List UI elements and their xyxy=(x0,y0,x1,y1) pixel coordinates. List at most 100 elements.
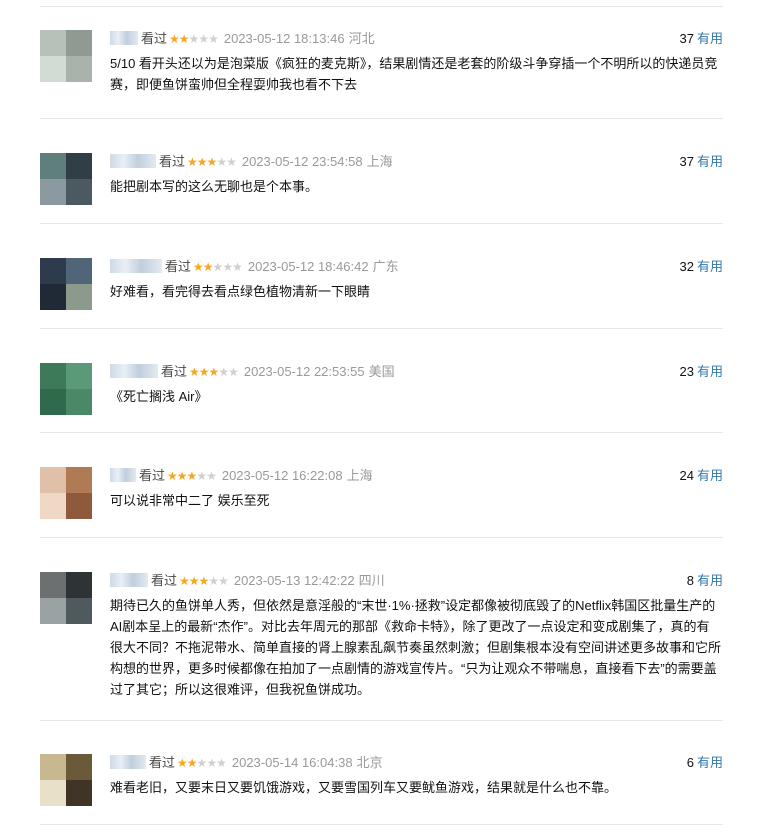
star-empty-icon: ★ xyxy=(188,32,200,46)
watched-label: 看过 xyxy=(149,755,176,770)
username[interactable] xyxy=(110,31,138,45)
star-filled-icon: ★ xyxy=(186,756,198,770)
star-empty-icon: ★ xyxy=(216,756,227,770)
avatar[interactable] xyxy=(40,258,92,310)
star-filled-icon: ★ xyxy=(169,32,180,46)
review-content: 好难看，看完得去看点绿色植物清新一下眼睛 xyxy=(110,284,371,299)
star-filled-icon: ★ xyxy=(189,365,200,379)
username[interactable] xyxy=(110,259,162,273)
avatar[interactable] xyxy=(40,754,92,806)
vote-count: 23 xyxy=(679,364,694,379)
vote-area: 37 有用 xyxy=(680,153,723,171)
vote-count: 24 xyxy=(679,468,694,483)
vote-count: 8 xyxy=(686,573,694,588)
rating-stars: ★★★★★ xyxy=(189,365,239,379)
vote-count: 37 xyxy=(679,31,694,46)
star-empty-icon: ★ xyxy=(216,155,227,169)
star-empty-icon: ★ xyxy=(232,260,243,274)
comment-location: 上海 xyxy=(366,154,393,169)
comment-location: 北京 xyxy=(356,755,383,770)
star-empty-icon: ★ xyxy=(226,155,237,169)
divider xyxy=(40,537,723,538)
vote-area: 23 有用 xyxy=(680,363,723,381)
review-header: 看过 ★★★★★ 2023-05-12 22:53:55 美国 23 有用 xyxy=(110,363,723,381)
star-filled-icon: ★ xyxy=(178,32,190,46)
star-empty-icon: ★ xyxy=(228,365,239,379)
username[interactable] xyxy=(110,755,146,769)
star-filled-icon: ★ xyxy=(188,574,200,588)
star-empty-icon: ★ xyxy=(196,756,208,770)
vote-area: 24 有用 xyxy=(680,467,723,485)
divider xyxy=(40,328,723,329)
review-header: 看过 ★★★★★ 2023-05-14 16:04:38 北京 6 有用 xyxy=(110,754,723,772)
review-content: 期待已久的鱼饼单人秀，但依然是意淫般的“末世·1%·拯救”设定都像被彻底毁了的N… xyxy=(110,598,722,697)
vote-count: 37 xyxy=(679,154,694,169)
comment-time: 2023-05-12 18:13:46 xyxy=(223,31,345,46)
username[interactable] xyxy=(110,154,156,168)
review-header: 看过 ★★★★★ 2023-05-12 23:54:58 上海 37 有用 xyxy=(110,153,723,171)
comment-location: 四川 xyxy=(358,573,385,588)
useful-button[interactable]: 有用 xyxy=(697,755,723,770)
rating-stars: ★★★★★ xyxy=(179,574,229,588)
star-empty-icon: ★ xyxy=(208,32,219,46)
username[interactable] xyxy=(110,468,136,482)
star-filled-icon: ★ xyxy=(202,260,214,274)
useful-button[interactable]: 有用 xyxy=(697,259,723,274)
watched-label: 看过 xyxy=(159,154,186,169)
comment-time: 2023-05-12 22:53:55 xyxy=(243,364,365,379)
rating-stars: ★★★★★ xyxy=(187,155,237,169)
comment-time: 2023-05-13 12:42:22 xyxy=(233,573,355,588)
watched-label: 看过 xyxy=(161,364,188,379)
useful-button[interactable]: 有用 xyxy=(697,573,723,588)
comment-location: 河北 xyxy=(348,31,375,46)
review-content: 可以说非常中二了 娱乐至死 xyxy=(110,493,270,508)
review-header: 看过 ★★★★★ 2023-05-13 12:42:22 四川 8 有用 xyxy=(110,572,723,590)
vote-area: 8 有用 xyxy=(687,572,723,590)
vote-count: 32 xyxy=(679,259,694,274)
avatar[interactable] xyxy=(40,30,92,82)
star-empty-icon: ★ xyxy=(198,32,209,46)
star-filled-icon: ★ xyxy=(176,469,188,483)
comment-location: 上海 xyxy=(346,468,373,483)
username[interactable] xyxy=(110,573,148,587)
star-empty-icon: ★ xyxy=(212,260,224,274)
divider xyxy=(40,824,723,825)
avatar[interactable] xyxy=(40,363,92,415)
useful-button[interactable]: 有用 xyxy=(697,468,723,483)
useful-button[interactable]: 有用 xyxy=(697,364,723,379)
comment-time: 2023-05-12 16:22:08 xyxy=(221,468,343,483)
star-empty-icon: ★ xyxy=(208,574,219,588)
comment-time: 2023-05-12 23:54:58 xyxy=(241,154,363,169)
comment-time: 2023-05-14 16:04:38 xyxy=(231,755,353,770)
star-filled-icon: ★ xyxy=(196,155,208,169)
star-empty-icon: ★ xyxy=(206,469,217,483)
star-empty-icon: ★ xyxy=(218,574,229,588)
comment-time: 2023-05-12 18:46:42 xyxy=(247,259,369,274)
divider xyxy=(40,118,723,119)
review-content: 5/10 看开头还以为是泡菜版《疯狂的麦克斯》，结果剧情还是老套的阶级斗争穿插一… xyxy=(110,56,718,92)
star-empty-icon: ★ xyxy=(206,756,217,770)
vote-count: 6 xyxy=(686,755,694,770)
star-filled-icon: ★ xyxy=(186,469,198,483)
review-content: 难看老旧，又要末日又要饥饿游戏，又要雪国列车又要鱿鱼游戏，结果就是什么也不靠。 xyxy=(110,780,618,795)
comment-location: 广东 xyxy=(372,259,399,274)
star-empty-icon: ★ xyxy=(218,365,229,379)
star-filled-icon: ★ xyxy=(208,365,220,379)
useful-button[interactable]: 有用 xyxy=(697,31,723,46)
star-empty-icon: ★ xyxy=(222,260,233,274)
watched-label: 看过 xyxy=(165,259,192,274)
divider xyxy=(40,6,723,7)
avatar[interactable] xyxy=(40,467,92,519)
watched-label: 看过 xyxy=(139,468,166,483)
divider xyxy=(40,432,723,433)
username[interactable] xyxy=(110,364,158,378)
avatar[interactable] xyxy=(40,153,92,205)
vote-area: 32 有用 xyxy=(680,258,723,276)
star-filled-icon: ★ xyxy=(179,574,190,588)
avatar[interactable] xyxy=(40,572,92,624)
review-header: 看过 ★★★★★ 2023-05-12 18:13:46 河北 37 有用 xyxy=(110,30,723,48)
star-filled-icon: ★ xyxy=(198,574,210,588)
star-empty-icon: ★ xyxy=(196,469,207,483)
vote-area: 6 有用 xyxy=(687,754,723,772)
useful-button[interactable]: 有用 xyxy=(697,154,723,169)
